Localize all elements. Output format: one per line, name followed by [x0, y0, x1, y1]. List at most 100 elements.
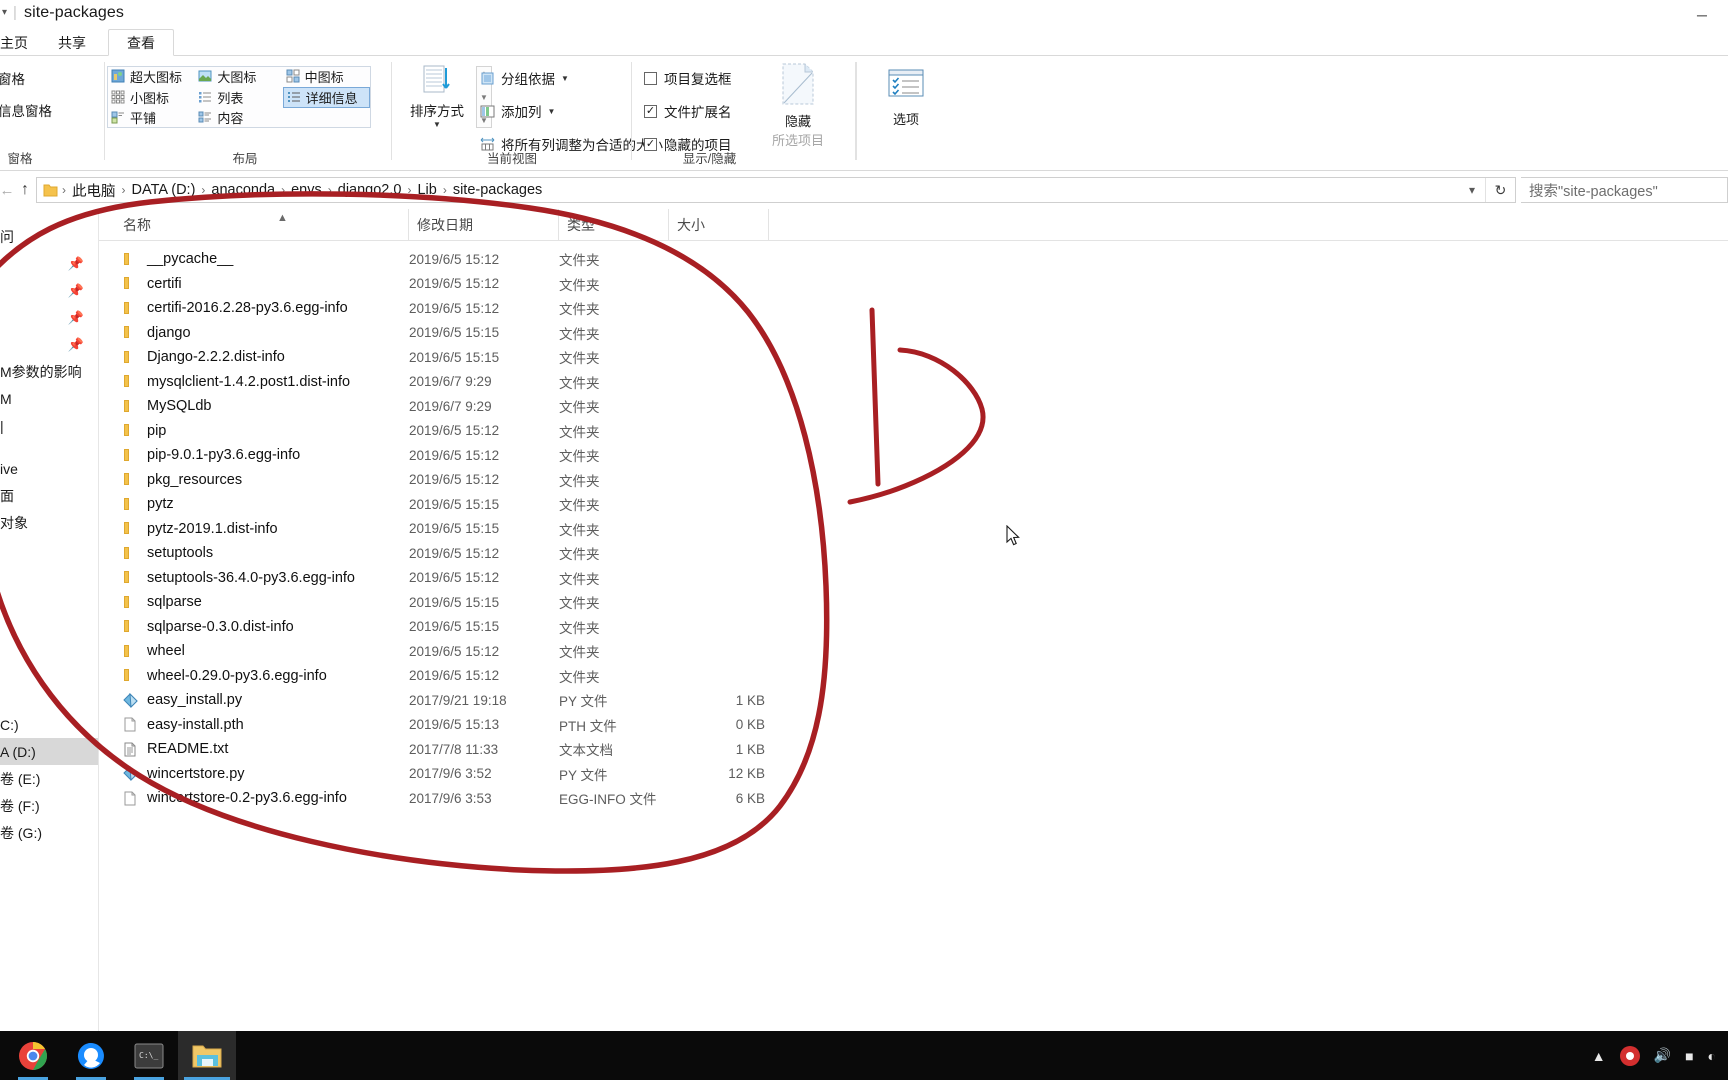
breadcrumb-item-4[interactable]: django2.0: [332, 182, 408, 198]
file-name-cell[interactable]: README.txt: [123, 741, 228, 757]
file-extensions-toggle[interactable]: ✓ 文件扩展名: [644, 101, 732, 121]
table-row[interactable]: setuptools 2019/6/5 15:12 文件夹: [99, 541, 1728, 566]
table-row[interactable]: mysqlclient-1.4.2.post1.dist-info 2019/6/…: [99, 370, 1728, 395]
taskbar-item-chrome[interactable]: [4, 1031, 62, 1080]
breadcrumb-item-3[interactable]: envs: [285, 182, 328, 198]
breadcrumb-item-5[interactable]: Lib: [411, 182, 442, 198]
sidebar-item-pinned-1[interactable]: 📌: [0, 250, 98, 277]
minimize-button[interactable]: ─: [1676, 0, 1728, 29]
sidebar-item-7[interactable]: |: [0, 412, 98, 439]
file-name-cell[interactable]: pip-9.0.1-py3.6.egg-info: [123, 447, 300, 463]
file-extensions-checkbox[interactable]: ✓: [644, 104, 657, 118]
table-row[interactable]: easy_install.py 2017/9/21 19:18 PY 文件 1 KB: [99, 688, 1728, 713]
item-checkboxes-toggle[interactable]: 项目复选框: [644, 68, 732, 88]
table-row[interactable]: pip 2019/6/5 15:12 文件夹: [99, 419, 1728, 444]
sidebar-item-drive-d[interactable]: A (D:): [0, 738, 98, 765]
table-row[interactable]: __pycache__ 2019/6/5 15:12 文件夹: [99, 247, 1728, 272]
file-name-cell[interactable]: setuptools-36.4.0-py3.6.egg-info: [123, 570, 355, 586]
table-row[interactable]: pkg_resources 2019/6/5 15:12 文件夹: [99, 468, 1728, 493]
item-checkboxes-checkbox[interactable]: [644, 71, 657, 85]
gallery-content[interactable]: 内容: [195, 108, 282, 128]
file-name-cell[interactable]: pytz-2019.1.dist-info: [123, 521, 278, 537]
table-row[interactable]: certifi 2019/6/5 15:12 文件夹: [99, 272, 1728, 297]
file-name-cell[interactable]: mysqlclient-1.4.2.post1.dist-info: [123, 374, 350, 390]
file-name-cell[interactable]: easy-install.pth: [123, 717, 244, 733]
file-name-cell[interactable]: sqlparse: [123, 594, 202, 610]
file-name-cell[interactable]: django: [123, 325, 191, 341]
file-name-cell[interactable]: setuptools: [123, 545, 213, 561]
breadcrumb-item-6[interactable]: site-packages: [447, 182, 548, 198]
refresh-icon[interactable]: ↻: [1485, 178, 1515, 202]
table-row[interactable]: pytz-2019.1.dist-info 2019/6/5 15:15 文件夹: [99, 517, 1728, 542]
add-columns-chevron-down-icon[interactable]: ▼: [548, 107, 556, 116]
file-list[interactable]: __pycache__ 2019/6/5 15:12 文件夹 certifi 2019/…: [99, 241, 1728, 1031]
file-name-cell[interactable]: certifi-2016.2.28-py3.6.egg-info: [123, 300, 348, 316]
table-row[interactable]: easy-install.pth 2019/6/5 15:13 PTH 文件 0 KB: [99, 713, 1728, 738]
record-icon[interactable]: [1619, 1045, 1640, 1066]
preview-pane-button[interactable]: 预览窗格: [0, 68, 52, 88]
sidebar-item-drive-g[interactable]: 卷 (G:): [0, 819, 98, 846]
sidebar-item-pinned-4[interactable]: 📌: [0, 331, 98, 358]
gallery-details[interactable]: 详细信息: [282, 86, 370, 108]
volume-icon[interactable]: 🔊: [1654, 1047, 1671, 1064]
tab-view[interactable]: 查看: [108, 29, 174, 56]
gallery-large-icons[interactable]: 大图标: [195, 67, 282, 87]
gallery-extra-large-icons[interactable]: 超大图标: [108, 67, 195, 87]
sidebar-item-3d-objects[interactable]: 对象: [0, 509, 98, 536]
sidebar-item-pinned-3[interactable]: 📌: [0, 304, 98, 331]
sidebar-item-onedrive[interactable]: ive: [0, 455, 98, 482]
sidebar-item-6[interactable]: M: [0, 385, 98, 412]
sidebar-item-drive-e[interactable]: 卷 (E:): [0, 765, 98, 792]
dropdown-icon[interactable]: ▾: [2, 7, 7, 18]
file-name-cell[interactable]: MySQLdb: [123, 398, 211, 414]
table-row[interactable]: django 2019/6/5 15:15 文件夹: [99, 321, 1728, 346]
taskbar-item-file-explorer[interactable]: [178, 1031, 236, 1080]
sidebar-item-pinned-2[interactable]: 📌: [0, 277, 98, 304]
file-name-cell[interactable]: wheel: [123, 643, 185, 659]
options-button[interactable]: 选项: [870, 68, 942, 128]
gallery-tiles[interactable]: 平铺: [108, 108, 195, 128]
file-name-cell[interactable]: certifi: [123, 276, 182, 292]
battery-icon[interactable]: ■: [1685, 1048, 1693, 1064]
chevron-down-icon[interactable]: ▾: [1459, 183, 1485, 197]
file-name-cell[interactable]: wheel-0.29.0-py3.6.egg-info: [123, 668, 327, 684]
file-name-cell[interactable]: pkg_resources: [123, 472, 242, 488]
file-name-cell[interactable]: Django-2.2.2.dist-info: [123, 349, 285, 365]
up-arrow-icon[interactable]: ↑: [14, 181, 36, 199]
taskbar-item-qq-browser[interactable]: [62, 1031, 120, 1080]
table-row[interactable]: wincertstore-0.2-py3.6.egg-info 2017/9/6 …: [99, 786, 1728, 811]
sidebar-item-drive-f[interactable]: 卷 (F:): [0, 792, 98, 819]
table-row[interactable]: pip-9.0.1-py3.6.egg-info 2019/6/5 15:12 文件…: [99, 443, 1728, 468]
table-row[interactable]: wheel-0.29.0-py3.6.egg-info 2019/6/5 15:1…: [99, 664, 1728, 689]
table-row[interactable]: wheel 2019/6/5 15:12 文件夹: [99, 639, 1728, 664]
gallery-list[interactable]: 列表: [195, 87, 282, 108]
gallery-medium-icons[interactable]: 中图标: [283, 67, 370, 87]
column-header-size[interactable]: 大小: [669, 209, 769, 241]
column-header-name[interactable]: 名称: [115, 209, 409, 241]
table-row[interactable]: Django-2.2.2.dist-info 2019/6/5 15:15 文件夹: [99, 345, 1728, 370]
breadcrumb-item-1[interactable]: DATA (D:): [126, 182, 202, 198]
layout-gallery[interactable]: 超大图标 大图标 中图标 小图标 列表 详细信息 平铺 内容: [107, 66, 371, 128]
sort-by-button[interactable]: 排序方式 ▼: [404, 64, 470, 129]
sidebar-item-quick-access[interactable]: 问: [0, 223, 98, 250]
table-row[interactable]: pytz 2019/6/5 15:15 文件夹: [99, 492, 1728, 517]
file-name-cell[interactable]: wincertstore.py: [123, 766, 245, 782]
file-name-cell[interactable]: pytz: [123, 496, 174, 512]
file-name-cell[interactable]: __pycache__: [123, 251, 233, 267]
system-tray[interactable]: ▲ 🔊 ■ ◐: [1592, 1031, 1728, 1080]
gallery-small-icons[interactable]: 小图标: [108, 87, 195, 108]
sort-by-chevron-down-icon[interactable]: ▼: [433, 120, 441, 129]
search-input[interactable]: 搜索"site-packages": [1521, 177, 1728, 203]
breadcrumb-item-2[interactable]: anaconda: [205, 182, 281, 198]
tab-share[interactable]: 共享: [40, 29, 104, 56]
taskbar[interactable]: C:\_ ▲ 🔊 ■ ◐: [0, 1031, 1728, 1080]
taskbar-item-terminal[interactable]: C:\_: [120, 1031, 178, 1080]
table-row[interactable]: certifi-2016.2.28-py3.6.egg-info 2019/6/5…: [99, 296, 1728, 321]
file-name-cell[interactable]: wincertstore-0.2-py3.6.egg-info: [123, 790, 347, 806]
table-row[interactable]: sqlparse-0.3.0.dist-info 2019/6/5 15:15 文件…: [99, 615, 1728, 640]
sidebar-item-drive-c[interactable]: C:): [0, 711, 98, 738]
table-row[interactable]: sqlparse 2019/6/5 15:15 文件夹: [99, 590, 1728, 615]
chevron-up-icon[interactable]: ▲: [1592, 1048, 1606, 1064]
quick-access-toolbar[interactable]: ▾ |: [2, 4, 17, 21]
breadcrumb-item-0[interactable]: 此电脑: [66, 180, 122, 201]
